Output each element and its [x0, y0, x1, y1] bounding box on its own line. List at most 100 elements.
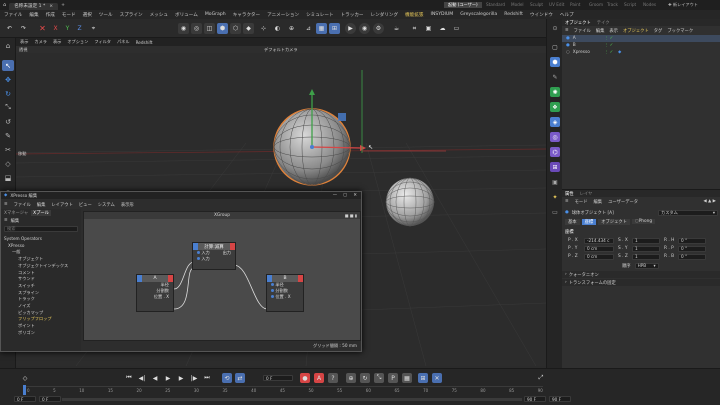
knife-icon[interactable]: ✂: [2, 144, 14, 155]
am-menu-userdata[interactable]: ユーザーデータ: [608, 199, 638, 205]
menu-file[interactable]: ファイル: [4, 12, 22, 18]
last-tool-icon[interactable]: ↺: [2, 116, 14, 127]
xp-menu-edit[interactable]: 編集: [37, 202, 46, 208]
keyframe-mode-icon[interactable]: ◇: [20, 373, 30, 383]
next-frame-icon[interactable]: ▶: [176, 373, 186, 383]
model-mode-icon[interactable]: ◉: [178, 23, 189, 34]
menu-animation[interactable]: アニメーション: [267, 12, 299, 18]
move-icon[interactable]: ✥: [2, 74, 14, 85]
preview-start-field[interactable]: 0 F: [39, 396, 61, 402]
key-pla-icon[interactable]: ▦: [402, 373, 412, 383]
point-mode-icon[interactable]: ⬢: [217, 23, 228, 34]
xpool-search-input[interactable]: 検索: [4, 226, 78, 232]
menu-volume[interactable]: ボリューム: [175, 12, 198, 18]
minimize-icon[interactable]: —: [333, 193, 337, 198]
subtab-phong[interactable]: ◌Phong: [631, 219, 656, 224]
vp-menu-redshift[interactable]: Redshift: [136, 40, 153, 45]
xp-menu-file[interactable]: ファイル: [14, 202, 31, 208]
layout-nodes[interactable]: Nodes: [643, 2, 656, 7]
tree-item[interactable]: ポイント: [4, 323, 78, 330]
mograph-icon[interactable]: ❖: [550, 102, 560, 112]
tab-attributes[interactable]: 属性: [565, 191, 574, 197]
start-frame-field[interactable]: 0 F: [14, 396, 36, 402]
axis-x-button[interactable]: X: [50, 23, 61, 34]
range-slider[interactable]: [62, 398, 522, 401]
new-layout-button[interactable]: ✚ 新レイアウト: [668, 2, 698, 8]
coord-system-icon[interactable]: ✕: [37, 23, 48, 34]
om-menu-file[interactable]: ファイル: [574, 28, 591, 34]
preview-end-field[interactable]: 90 F: [524, 396, 546, 402]
current-frame-field[interactable]: 0 F: [263, 375, 293, 381]
layout-groom[interactable]: Groom: [589, 2, 603, 7]
go-start-icon[interactable]: ⏮: [124, 373, 134, 383]
scale-z-field[interactable]: 1: [632, 253, 660, 260]
rot-h-field[interactable]: 0 °: [678, 237, 706, 244]
layout-standard[interactable]: Standard: [486, 2, 505, 7]
camera-icon[interactable]: ▣: [423, 23, 434, 34]
rot-b-field[interactable]: 0 °: [678, 253, 706, 260]
menu-create[interactable]: 作成: [46, 12, 55, 18]
next-key-icon[interactable]: |▶: [189, 373, 199, 383]
layout-script[interactable]: Script: [624, 2, 636, 7]
prev-frame-icon[interactable]: ◀: [150, 373, 160, 383]
menu-tools[interactable]: ツール: [99, 12, 113, 18]
prev-key-icon[interactable]: ◀|: [137, 373, 147, 383]
tree-item[interactable]: フリップフロップ: [4, 316, 78, 323]
vp-menu-panel[interactable]: パネル: [117, 39, 130, 45]
generator-icon[interactable]: ✺: [550, 87, 560, 97]
tab-layers[interactable]: レイヤ: [580, 191, 593, 197]
scene-icon[interactable]: ⊞: [550, 162, 560, 172]
edge-mode-icon[interactable]: ⬡: [230, 23, 241, 34]
nav-arrows-icon[interactable]: ◀ ▲ ▶: [703, 199, 716, 204]
tree-item[interactable]: ポリゴン: [4, 330, 78, 337]
xpool-edit-menu[interactable]: 編集: [11, 218, 20, 224]
pin-icon[interactable]: ⊙: [550, 23, 560, 33]
camera-object-icon[interactable]: ▣: [550, 177, 560, 187]
menu-icon[interactable]: ≡: [4, 218, 8, 223]
xgroup-canvas[interactable]: XGroup ■ ■ ▮ 計算:減算 入力 出力 入力 A 半径 分割数 位置 .…: [83, 211, 361, 341]
menu-mograph[interactable]: MoGraph: [205, 12, 226, 17]
am-menu-mode[interactable]: モード: [575, 199, 588, 205]
object-node-b[interactable]: B 半径 分割数 位置 . X: [266, 274, 304, 312]
render-settings-icon[interactable]: ⚙: [373, 23, 384, 34]
snap-icon[interactable]: ⊿: [303, 23, 314, 34]
scale-icon[interactable]: ⤡: [2, 102, 14, 113]
om-menu-edit[interactable]: 編集: [596, 28, 605, 34]
xp-menu-layout[interactable]: レイアウト: [51, 202, 72, 208]
soft-select-icon[interactable]: ◐: [272, 23, 283, 34]
menu-character[interactable]: キャラクター: [233, 12, 260, 18]
menu-icon[interactable]: ≡: [565, 199, 569, 204]
tree-item[interactable]: ピッカマップ: [4, 310, 78, 317]
om-menu-view[interactable]: 表示: [609, 28, 618, 34]
rot-p-field[interactable]: 0 °: [678, 245, 706, 252]
timeline-ruler[interactable]: 0 5 10 15 20 25 30 35 40 45 50 55 60 65 70 75 80 85 90: [23, 385, 543, 395]
visibility-icon[interactable]: ⋮ ✓: [604, 50, 613, 55]
tree-item[interactable]: ノイズ: [4, 303, 78, 310]
home-icon[interactable]: ⌂: [3, 2, 6, 8]
field-icon[interactable]: ◎: [550, 132, 560, 142]
axis-y-button[interactable]: Y: [62, 23, 73, 34]
section-quaternion[interactable]: › クォータニオン: [562, 271, 720, 278]
order-dropdown[interactable]: HPB ▾: [634, 262, 659, 269]
tab-xmanager[interactable]: Xマネージャ: [4, 210, 28, 216]
play-icon[interactable]: ▶: [163, 373, 173, 383]
cube-icon[interactable]: ▢: [550, 42, 560, 52]
close-icon[interactable]: ✕: [353, 193, 357, 198]
xpresso-tag-icon[interactable]: ◆: [618, 50, 621, 55]
menu-tracker[interactable]: トラッカー: [341, 12, 364, 18]
tree-item[interactable]: System Operators: [4, 236, 78, 243]
layout-uvedit[interactable]: UV Edit: [549, 2, 564, 7]
key-rotation-icon[interactable]: ↻: [360, 373, 370, 383]
menu-mode[interactable]: モード: [62, 12, 76, 18]
xpresso-titlebar[interactable]: ◆ XPresso 編集 — ▢ ✕: [1, 192, 361, 199]
menu-insydium[interactable]: INSYDIUM: [431, 12, 454, 17]
object-node-a[interactable]: A 半径 分割数 位置 . X: [136, 274, 174, 312]
sphere-a[interactable]: [273, 89, 366, 186]
xp-menu-display[interactable]: 表示形: [121, 202, 134, 208]
curve-icon[interactable]: ⤢: [536, 373, 546, 383]
menu-icon[interactable]: ≡: [4, 202, 8, 207]
timeline-settings-icon[interactable]: ✕: [432, 373, 442, 383]
pen-icon[interactable]: ✎: [550, 72, 560, 82]
vp-menu-options[interactable]: オプション: [67, 39, 88, 45]
visibility-icon[interactable]: ⋮ ✓: [604, 36, 613, 41]
